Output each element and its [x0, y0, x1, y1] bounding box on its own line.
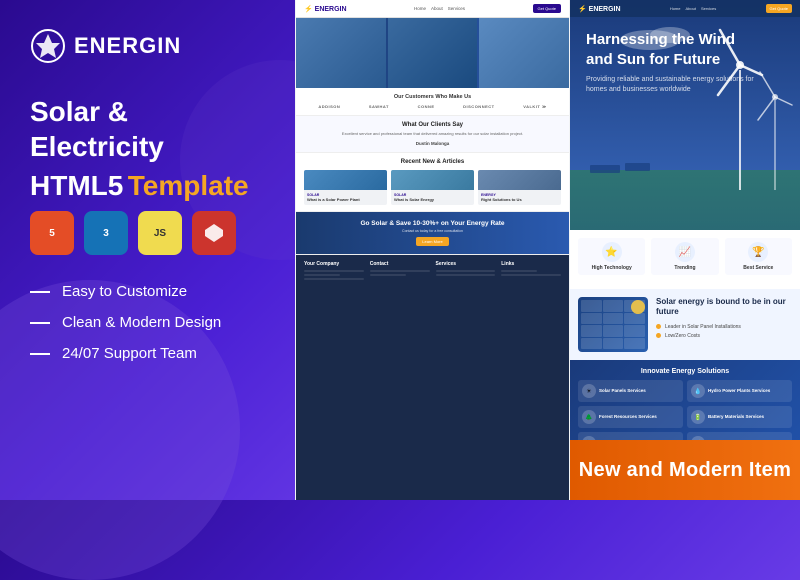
service-card-2: 💧 Hydro Power Plants Services	[687, 380, 792, 402]
feature-card-2: 📈 Trending	[651, 238, 718, 275]
right-hero: ⚡ ENERGIN Home About Services Get Quote …	[570, 0, 800, 230]
solar-feature-2: Low/Zero Costs	[656, 333, 792, 339]
service-card-3: 🌲 Forest Resources Services	[578, 406, 683, 428]
preview-nav-links: Home About Services	[414, 6, 465, 11]
cta-title: Go Solar & Save 10-30%+ on Your Energy R…	[306, 220, 559, 227]
hero-img-1	[296, 18, 386, 88]
right-preview-cta: Get Quote	[766, 4, 792, 13]
article-img-1	[304, 170, 387, 190]
feature-icon-2: 📈	[675, 242, 695, 262]
right-panel: ⚡ ENERGIN Home About Services Get Quote …	[570, 0, 800, 500]
customer-logos-row: ADDISON SAWHAT CONNE DISCONNECT VALKIT ≫	[304, 104, 561, 109]
right-features: ⭐ High Technology 📈 Trending 🏆 Best Serv…	[570, 230, 800, 289]
preview-hero-images	[296, 18, 569, 88]
feature-card-1: ⭐ High Technology	[578, 238, 645, 275]
testimonial-title: What Our Clients Say	[306, 122, 559, 128]
article-img-3	[478, 170, 561, 190]
hero-img-3	[479, 18, 569, 88]
right-hero-subtitle: Providing reliable and sustainable energ…	[586, 75, 766, 95]
article-card-3: ENERGY Right Solutions to Us	[478, 170, 561, 205]
features-list: Easy to Customize Clean & Modern Design …	[30, 283, 265, 362]
feature-icon-3: 🏆	[748, 242, 768, 262]
right-hero-content: Harnessing the Wind and Sun for Future P…	[570, 14, 800, 111]
article-card-2: SOLAR What is Solar Energy	[391, 170, 474, 205]
solar-dot-2	[656, 333, 661, 338]
testimonial-author: Dustin Malonga	[306, 141, 559, 146]
footer-col-3: Services	[436, 261, 496, 282]
headline-line1: Solar & Electricity	[30, 94, 265, 164]
solar-content: Solar energy is bound to be in our futur…	[656, 297, 792, 342]
customer-logo-3: CONNE	[418, 104, 435, 109]
service-card-4: 🔋 Battery Materials Services	[687, 406, 792, 428]
testimonial-text: Excellent service and professional team …	[306, 131, 559, 137]
feature-dash-3	[30, 353, 50, 355]
right-solar-section: Solar energy is bound to be in our futur…	[570, 289, 800, 360]
service-icon-4: 🔋	[691, 410, 705, 424]
tech-badges-row: 5 3 JS	[30, 211, 265, 255]
badge-ruby	[192, 211, 236, 255]
preview-customers: Our Customers Who Make Us ADDISON SAWHAT…	[296, 88, 569, 116]
services-title: Innovate Energy Solutions	[578, 368, 792, 375]
footer-col-2: Contact	[370, 261, 430, 282]
articles-title: Recent New & Articles	[304, 159, 561, 165]
customer-logo-5: VALKIT ≫	[523, 104, 546, 109]
preview-testimonial: What Our Clients Say Excellent service a…	[296, 116, 569, 153]
preview-articles: Recent New & Articles SOLAR What is a So…	[296, 153, 569, 212]
logo-area[interactable]: ENERGIN	[30, 28, 265, 64]
right-hero-title: Harnessing the Wind and Sun for Future	[586, 30, 746, 69]
solar-title: Solar energy is bound to be in our futur…	[656, 297, 792, 318]
feature-card-3: 🏆 Best Service	[725, 238, 792, 275]
center-preview: ⚡ ENERGIN Home About Services Get Quote …	[295, 0, 570, 500]
preview-footer: Your Company Contact Services Links	[296, 255, 569, 500]
footer-col-4: Links	[501, 261, 561, 282]
logo-text: ENERGIN	[74, 33, 181, 59]
feature-item-2: Clean & Modern Design	[30, 314, 265, 331]
right-preview-links: Home About Services	[670, 6, 716, 11]
headline-line2: HTML5	[30, 170, 123, 201]
preview-hero	[296, 18, 569, 88]
hero-img-2	[388, 18, 478, 88]
service-card-1: ☀ Solar Panels Services	[578, 380, 683, 402]
headline: Solar & Electricity HTML5 Template	[30, 94, 265, 203]
footer-col-1: Your Company	[304, 261, 364, 282]
articles-grid: SOLAR What is a Solar Power Plant SOLAR …	[304, 170, 561, 205]
left-panel: ENERGIN Solar & Electricity HTML5 Templa…	[0, 0, 295, 500]
article-img-2	[391, 170, 474, 190]
service-icon-3: 🌲	[582, 410, 596, 424]
badge-css: 3	[84, 211, 128, 255]
customers-title: Our Customers Who Make Us	[304, 94, 561, 100]
service-icon-1: ☀	[582, 384, 596, 398]
service-icon-2: 💧	[691, 384, 705, 398]
new-item-text: New and Modern Item	[579, 459, 791, 482]
feature-item-1: Easy to Customize	[30, 283, 265, 300]
customer-logo-4: DISCONNECT	[463, 104, 494, 109]
feature-dash-1	[30, 291, 50, 293]
ruby-diamond-icon	[203, 222, 225, 244]
badge-js: JS	[138, 211, 182, 255]
feature-icon-1: ⭐	[602, 242, 622, 262]
feature-item-3: 24/07 Support Team	[30, 345, 265, 362]
footer-grid: Your Company Contact Services Links	[304, 261, 561, 282]
solar-feature-1: Leader in Solar Panel Installations	[656, 324, 792, 330]
solar-panel-image	[578, 297, 648, 352]
right-features-grid: ⭐ High Technology 📈 Trending 🏆 Best Serv…	[578, 238, 792, 275]
sun-decoration	[631, 300, 645, 314]
preview-cta-btn: Get Quote	[533, 4, 561, 13]
new-item-badge: New and Modern Item	[570, 440, 800, 500]
solar-dot-1	[656, 324, 661, 329]
preview-cta: Go Solar & Save 10-30%+ on Your Energy R…	[296, 212, 569, 255]
customer-logo-1: ADDISON	[318, 104, 340, 109]
article-card-1: SOLAR What is a Solar Power Plant	[304, 170, 387, 205]
right-preview-logo: ⚡ ENERGIN	[578, 5, 621, 13]
cta-sub: Contact us today for a free consultation	[306, 229, 559, 233]
headline-template-word: Template	[128, 170, 249, 201]
feature-dash-2	[30, 322, 50, 324]
cta-btn: Learn More	[416, 237, 448, 246]
preview-inner: ⚡ ENERGIN Home About Services Get Quote …	[296, 0, 569, 500]
preview-logo: ⚡ ENERGIN	[304, 5, 347, 13]
logo-icon	[30, 28, 66, 64]
customer-logo-2: SAWHAT	[369, 104, 389, 109]
badge-html: 5	[30, 211, 74, 255]
preview-navbar: ⚡ ENERGIN Home About Services Get Quote	[296, 0, 569, 18]
